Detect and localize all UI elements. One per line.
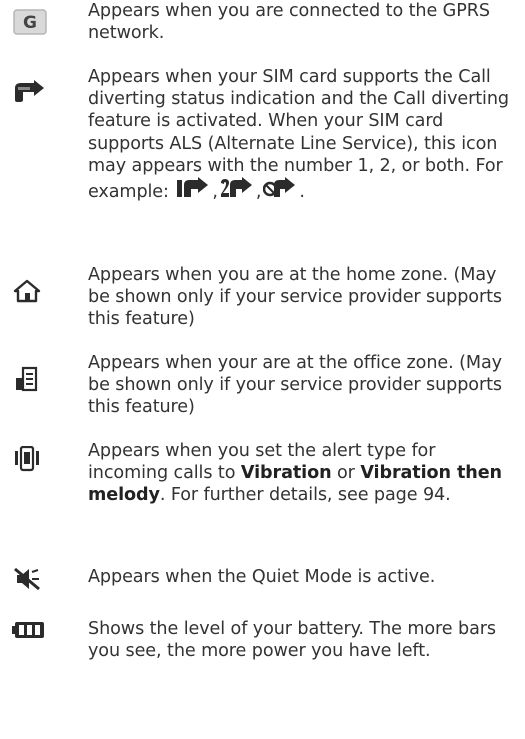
call-divert-line1-icon	[176, 177, 210, 207]
office-zone-description: Appears when your are at the office zone…	[88, 353, 502, 418]
call-divert-line2-icon	[220, 177, 254, 207]
vibration-text-post: . For further details, see page 94.	[159, 485, 451, 506]
vibration-description: Appears when you set the alert type for …	[88, 440, 520, 507]
vibration-option-bold: Vibration	[240, 463, 332, 484]
gprs-description: Appears when you are connected to the GP…	[88, 1, 490, 44]
quiet-mode-description: Appears when the Quiet Mode is active.	[88, 567, 436, 587]
vibration-icon	[12, 446, 52, 480]
example-separator-1: ,	[212, 182, 218, 203]
quiet-mode-icon	[12, 566, 52, 600]
call-divert-description: Appears when your SIM card supports the …	[88, 66, 520, 207]
battery-description: Shows the level of your battery. The mor…	[88, 619, 496, 662]
gprs-icon: G	[12, 6, 52, 40]
example-separator-2: ,	[255, 182, 262, 203]
call-divert-icon	[12, 80, 52, 114]
battery-icon	[12, 620, 52, 654]
home-zone-icon	[12, 278, 52, 312]
call-divert-both-icon	[263, 177, 297, 207]
svg-text:G: G	[23, 13, 37, 33]
office-zone-icon	[12, 366, 52, 400]
home-zone-description: Appears when you are at the home zone. (…	[88, 265, 502, 330]
call-divert-examples: , , .	[174, 177, 305, 207]
example-end: .	[299, 182, 305, 203]
vibration-text-or: or	[337, 463, 355, 484]
